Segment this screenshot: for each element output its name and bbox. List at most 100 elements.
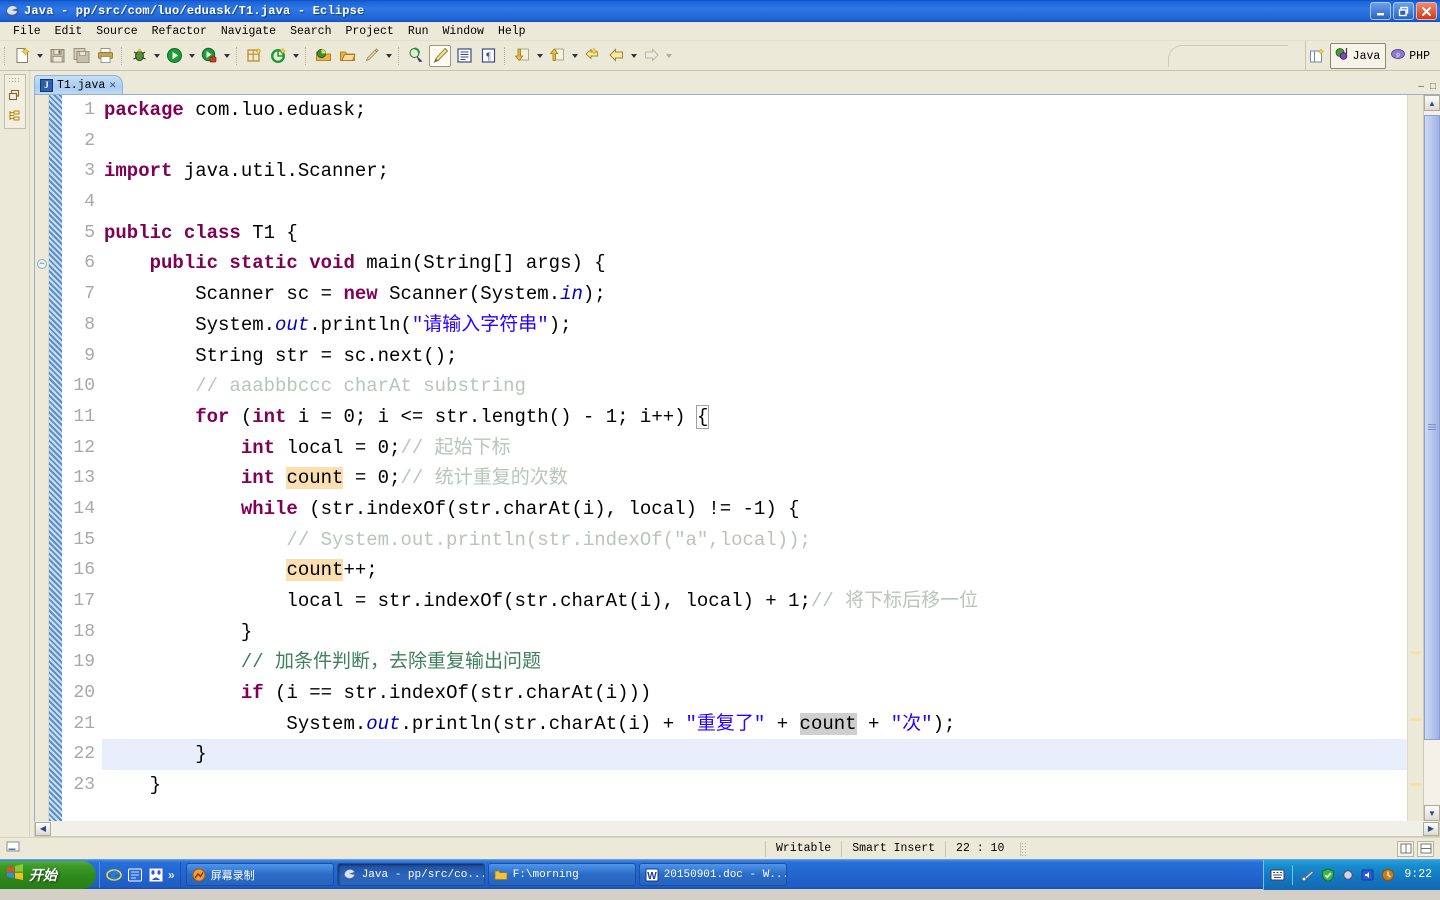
code-line[interactable]: } bbox=[102, 617, 1407, 648]
baidu-icon[interactable] bbox=[147, 866, 164, 883]
back-dropdown-icon[interactable] bbox=[628, 45, 639, 67]
menu-edit[interactable]: Edit bbox=[48, 24, 90, 39]
code-line[interactable]: package com.luo.eduask; bbox=[102, 95, 1407, 126]
minimize-button[interactable] bbox=[1370, 2, 1391, 20]
editor-layout-icon[interactable] bbox=[1417, 840, 1434, 857]
print-icon[interactable] bbox=[94, 45, 116, 67]
debug-dropdown-icon[interactable] bbox=[151, 45, 162, 67]
close-icon[interactable]: ✕ bbox=[109, 78, 116, 92]
scroll-left-icon[interactable]: ◀ bbox=[35, 821, 51, 836]
overview-ruler[interactable] bbox=[1407, 95, 1423, 821]
maximize-editor-icon[interactable]: □ bbox=[1430, 81, 1436, 92]
status-resize-grip[interactable] bbox=[1020, 841, 1027, 856]
menu-refactor[interactable]: Refactor bbox=[145, 24, 214, 39]
keyboard-layout-icon[interactable] bbox=[1270, 867, 1285, 882]
code-line[interactable]: System.out.println("请输入字符串"); bbox=[102, 310, 1407, 341]
code-line[interactable]: Scanner sc = new Scanner(System.in); bbox=[102, 279, 1407, 310]
code-line[interactable]: } bbox=[102, 739, 1407, 771]
mark-occurrences-icon[interactable] bbox=[405, 45, 427, 67]
clock[interactable]: 9:22 bbox=[1404, 868, 1432, 881]
menu-help[interactable]: Help bbox=[491, 24, 533, 39]
updates-icon[interactable] bbox=[1380, 867, 1395, 882]
last-edit-icon[interactable] bbox=[581, 45, 603, 67]
menu-project[interactable]: Project bbox=[339, 24, 401, 39]
scroll-up-icon[interactable]: ▲ bbox=[1424, 95, 1440, 111]
up-arrow-annotation-icon[interactable] bbox=[546, 45, 568, 67]
tile-editors-icon[interactable] bbox=[1397, 840, 1414, 857]
pencil-search-icon[interactable] bbox=[360, 45, 382, 67]
back-arrow-icon[interactable] bbox=[605, 45, 627, 67]
code-line[interactable] bbox=[102, 126, 1407, 157]
minimize-editor-icon[interactable]: – bbox=[1418, 81, 1424, 92]
menu-window[interactable]: Window bbox=[436, 24, 491, 39]
code-line[interactable]: // aaabbbccc charAt substring bbox=[102, 371, 1407, 402]
code-line[interactable]: // System.out.println(str.indexOf("a",lo… bbox=[102, 525, 1407, 556]
menu-source[interactable]: Source bbox=[89, 24, 144, 39]
network-icon[interactable] bbox=[1300, 867, 1315, 882]
code-line[interactable]: count++; bbox=[102, 555, 1407, 586]
show-desktop-icon[interactable] bbox=[126, 866, 143, 883]
open-perspective-icon[interactable] bbox=[1307, 45, 1329, 67]
code-line[interactable]: public static void main(String[] args) { bbox=[102, 248, 1407, 279]
safe-shield-icon[interactable] bbox=[1320, 867, 1335, 882]
hscroll-track[interactable] bbox=[51, 822, 1423, 836]
whitespace-icon[interactable] bbox=[453, 45, 475, 67]
new-class-icon[interactable] bbox=[267, 45, 289, 67]
next-annotation-dropdown-icon[interactable] bbox=[534, 45, 545, 67]
vscroll-track[interactable] bbox=[1424, 111, 1440, 805]
open-type-icon[interactable] bbox=[312, 45, 334, 67]
folding-gutter[interactable]: − bbox=[35, 95, 49, 821]
new-file-dropdown-icon[interactable] bbox=[34, 45, 45, 67]
close-button[interactable] bbox=[1416, 2, 1437, 20]
code-line[interactable]: import java.util.Scanner; bbox=[102, 156, 1407, 187]
run-dropdown-icon[interactable] bbox=[186, 45, 197, 67]
new-package-icon[interactable] bbox=[243, 45, 265, 67]
outline-icon[interactable] bbox=[7, 107, 23, 123]
block-selection-icon[interactable] bbox=[429, 44, 451, 67]
forward-arrow-icon[interactable] bbox=[640, 45, 662, 67]
code-line[interactable]: int local = 0;// 起始下标 bbox=[102, 433, 1407, 464]
code-line[interactable]: public class T1 { bbox=[102, 218, 1407, 249]
scroll-down-icon[interactable]: ▼ bbox=[1424, 805, 1440, 821]
code-line[interactable]: System.out.println(str.charAt(i) + "重复了"… bbox=[102, 709, 1407, 740]
external-tools-icon[interactable] bbox=[198, 45, 220, 67]
volume-icon[interactable] bbox=[1360, 867, 1375, 882]
save-icon[interactable] bbox=[46, 45, 68, 67]
menu-navigate[interactable]: Navigate bbox=[214, 24, 283, 39]
save-all-icon[interactable] bbox=[70, 45, 92, 67]
taskbar-item-eclipse[interactable]: Java - pp/src/co... bbox=[336, 863, 485, 886]
pilcrow-icon[interactable]: ¶ bbox=[477, 45, 499, 67]
annotation-gutter[interactable] bbox=[49, 95, 62, 821]
quicklaunch-more-icon[interactable]: » bbox=[168, 868, 175, 882]
code-line[interactable]: } bbox=[102, 770, 1407, 801]
code-line[interactable] bbox=[102, 187, 1407, 218]
code-line[interactable]: local = str.indexOf(str.charAt(i), local… bbox=[102, 586, 1407, 617]
menu-file[interactable]: File bbox=[6, 24, 48, 39]
code-line[interactable]: for (int i = 0; i <= str.length() - 1; i… bbox=[102, 402, 1407, 433]
taskbar-item-recorder[interactable]: 屏幕录制 bbox=[185, 863, 334, 886]
pencil-search-dropdown-icon[interactable] bbox=[383, 45, 394, 67]
taskbar-item-folder[interactable]: F:\morning bbox=[487, 863, 636, 886]
vscroll-thumb[interactable] bbox=[1424, 115, 1440, 740]
code-line[interactable]: String str = sc.next(); bbox=[102, 341, 1407, 372]
code-line[interactable]: int count = 0;// 统计重复的次数 bbox=[102, 463, 1407, 494]
perspective-php[interactable]: p PHP bbox=[1386, 43, 1436, 69]
scroll-right-icon[interactable]: ▶ bbox=[1423, 821, 1439, 836]
start-button[interactable]: 开始 bbox=[0, 860, 96, 889]
external-tools-dropdown-icon[interactable] bbox=[221, 45, 232, 67]
menu-search[interactable]: Search bbox=[283, 24, 338, 39]
source-code-area[interactable]: package com.luo.eduask; import java.util… bbox=[102, 95, 1407, 821]
run-play-icon[interactable] bbox=[163, 45, 185, 67]
restore-button[interactable] bbox=[1393, 2, 1414, 20]
editor-horizontal-scrollbar[interactable]: ◀ ▶ bbox=[34, 821, 1440, 837]
editor-tab-t1-java[interactable]: J T1.java ✕ bbox=[34, 75, 123, 94]
debug-bug-icon[interactable] bbox=[128, 45, 150, 67]
editor-vertical-scrollbar[interactable]: ▲ ▼ bbox=[1423, 95, 1440, 821]
prev-annotation-dropdown-icon[interactable] bbox=[569, 45, 580, 67]
code-line[interactable]: while (str.indexOf(str.charAt(i), local)… bbox=[102, 494, 1407, 525]
taskbar-item-word-doc[interactable]: W 20150901.doc - W... bbox=[638, 863, 787, 886]
internet-explorer-icon[interactable] bbox=[105, 866, 122, 883]
menu-run[interactable]: Run bbox=[401, 24, 436, 39]
view-stack-grip[interactable] bbox=[8, 77, 21, 82]
fold-toggle-icon[interactable]: − bbox=[37, 258, 47, 269]
